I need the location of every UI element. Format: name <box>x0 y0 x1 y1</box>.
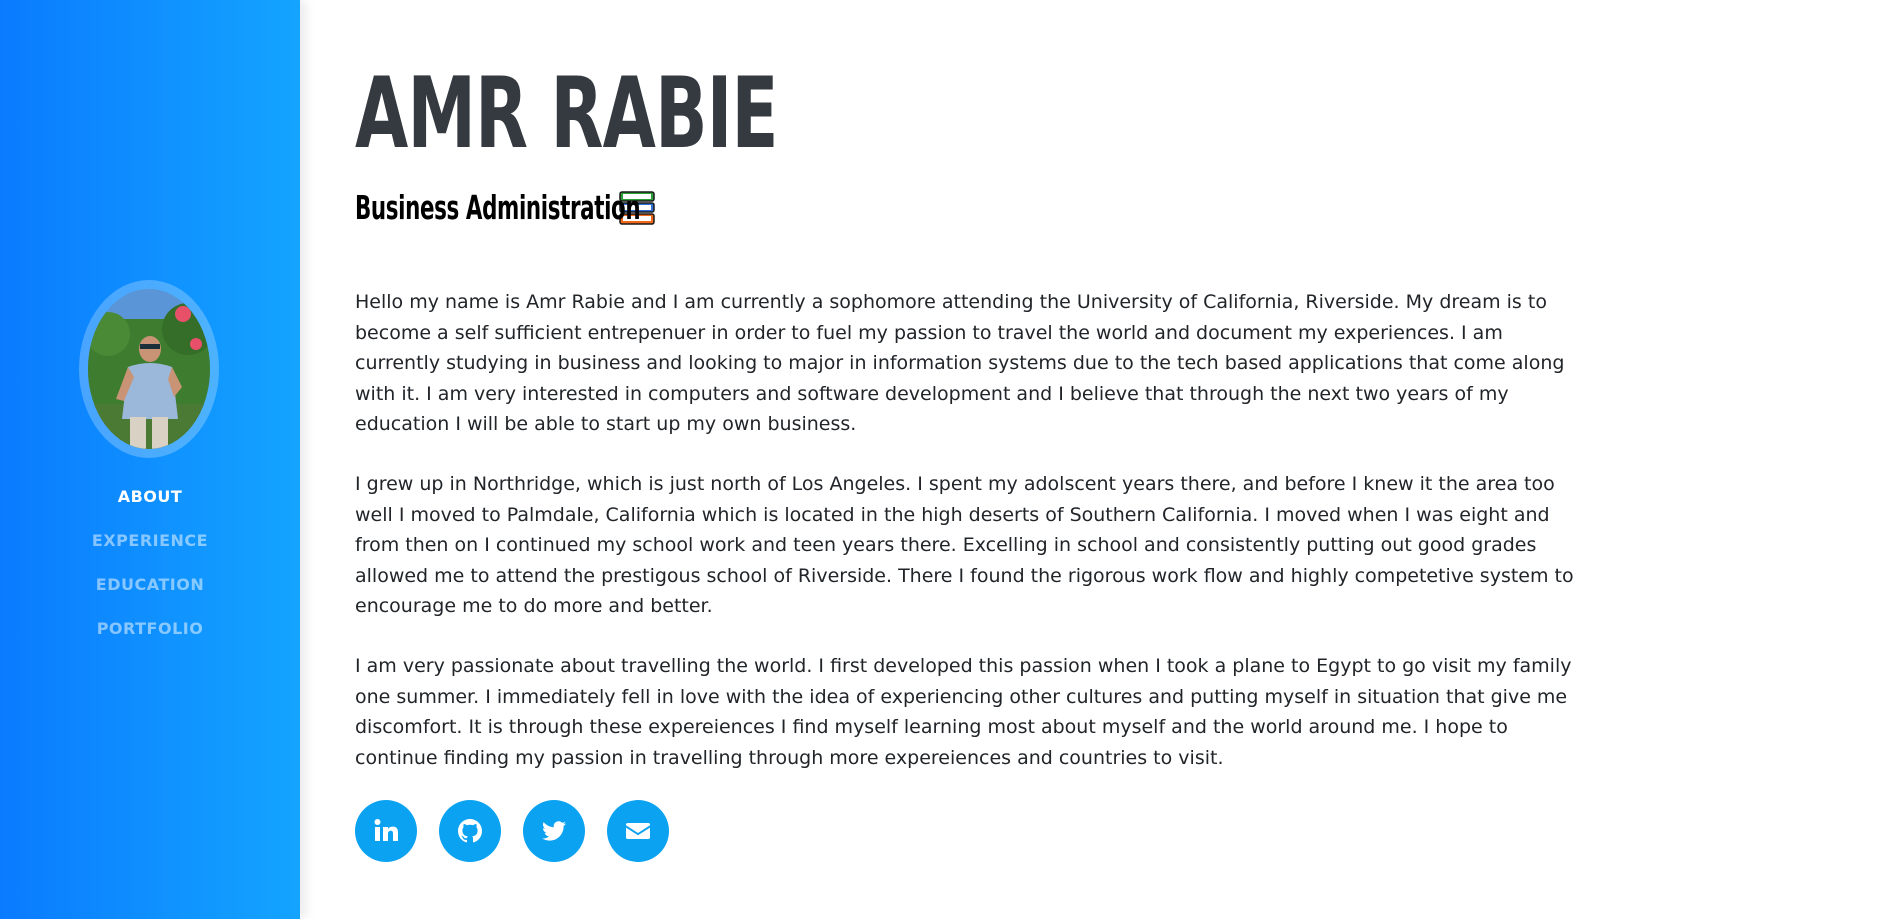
github-icon <box>458 819 482 843</box>
subtitle-text: Business Administration <box>355 188 641 227</box>
twitter-button[interactable] <box>523 800 585 862</box>
email-button[interactable] <box>607 800 669 862</box>
about-paragraph: I am very passionate about travelling th… <box>355 655 1572 769</box>
linkedin-icon <box>374 819 398 841</box>
avatar <box>88 289 210 449</box>
avatar-photo <box>88 289 210 449</box>
nav-item-portfolio[interactable]: PORTFOLIO <box>0 619 300 663</box>
linkedin-button[interactable] <box>355 800 417 862</box>
subtitle: Business Administration <box>355 188 657 228</box>
sidebar-nav: ABOUT EXPERIENCE EDUCATION PORTFOLIO <box>0 487 300 663</box>
social-links <box>355 800 669 862</box>
twitter-icon <box>542 821 566 841</box>
page-title: AMR RABIE <box>355 57 778 171</box>
about-paragraph: Hello my name is Amr Rabie and I am curr… <box>355 291 1565 435</box>
nav-item-about[interactable]: ABOUT <box>0 487 300 531</box>
nav-item-education[interactable]: EDUCATION <box>0 575 300 619</box>
about-paragraph: I grew up in Northridge, which is just n… <box>355 473 1574 617</box>
github-button[interactable] <box>439 800 501 862</box>
avatar-ring <box>79 280 219 458</box>
nav-item-experience[interactable]: EXPERIENCE <box>0 531 300 575</box>
email-icon <box>626 823 650 839</box>
sidebar: ABOUT EXPERIENCE EDUCATION PORTFOLIO <box>0 0 300 919</box>
